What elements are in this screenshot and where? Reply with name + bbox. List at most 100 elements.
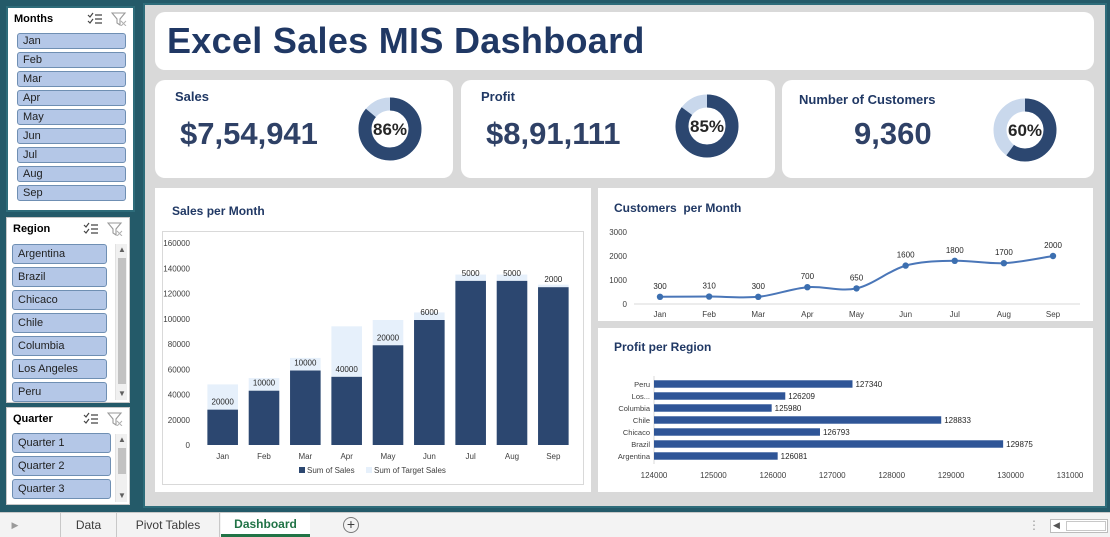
x-tick-label: Jan	[216, 452, 229, 461]
months-slicer-item[interactable]: Jan	[17, 33, 126, 49]
legend-label-target: Sum of Target Sales	[374, 466, 446, 475]
clear-filter-icon[interactable]	[107, 222, 123, 236]
sales-kpi-card[interactable]: Sales $7,54,941 86%	[155, 80, 453, 178]
profit-kpi-card[interactable]: Profit $8,91,111 85%	[461, 80, 775, 178]
months-slicer-item[interactable]: Mar	[17, 71, 126, 87]
quarter-slicer-item[interactable]: Quarter 2	[12, 456, 111, 476]
y-tick-label: Brazil	[631, 440, 650, 449]
tab-scroll-left-icon[interactable]: ▶	[4, 513, 26, 537]
x-tick-label: Sep	[1046, 310, 1061, 319]
months-slicer-header: Months	[8, 8, 133, 30]
horizontal-scrollbar[interactable]: ◀	[1050, 519, 1108, 533]
excel-window: Months Jan Feb Mar Apr May Jun Jul Aug Sep Regio…	[0, 0, 1110, 537]
customers-kpi-card[interactable]: Number of Customers 9,360 60%	[782, 80, 1094, 178]
page-title: Excel Sales MIS Dashboard	[167, 20, 645, 61]
bar-data-label: 10000	[294, 359, 317, 368]
y-tick-label: 60000	[168, 365, 191, 374]
clear-filter-icon[interactable]	[107, 412, 123, 426]
quarter-scrollbar[interactable]: ▲ ▼	[115, 434, 127, 502]
data-point	[853, 285, 860, 292]
months-slicer-item[interactable]: Sep	[17, 185, 126, 201]
tab-dashboard[interactable]: Dashboard	[221, 513, 310, 537]
x-tick-label: Jul	[466, 452, 476, 461]
y-tick-label: Los...	[632, 392, 650, 401]
region-slicer-item[interactable]: Chile	[12, 313, 107, 333]
bar-data-label: 125980	[775, 404, 802, 413]
months-slicer-item[interactable]: Apr	[17, 90, 126, 106]
months-slicer-item[interactable]: Jul	[17, 147, 126, 163]
x-tick-label: 125000	[700, 471, 727, 480]
quarter-slicer-item[interactable]: Quarter 1	[12, 433, 111, 453]
y-tick-label: 160000	[163, 239, 190, 248]
bar-data-label: 126793	[823, 428, 850, 437]
point-data-label: 310	[702, 282, 716, 291]
region-slicer-item[interactable]: Brazil	[12, 267, 107, 287]
bar-data-label: 6000	[420, 308, 438, 317]
y-tick-label: 80000	[168, 340, 191, 349]
months-slicer-item[interactable]: Feb	[17, 52, 126, 68]
profit-per-region-panel[interactable]: Profit per Region Peru 127340 Los... 126209…	[598, 328, 1093, 492]
y-tick-label: Peru	[634, 380, 650, 389]
sales-bar	[331, 376, 362, 445]
y-tick-label: 2000	[609, 252, 627, 261]
region-slicer: Region Argentina Brazil Chicaco Chile Columb…	[6, 217, 130, 403]
x-tick-label: Mar	[751, 310, 765, 319]
bar-data-label: 129875	[1006, 440, 1033, 449]
data-point	[705, 293, 713, 300]
data-point	[1000, 260, 1008, 267]
scroll-up-icon[interactable]: ▲	[116, 434, 128, 446]
scroll-left-icon[interactable]: ◀	[1053, 520, 1060, 531]
data-point	[951, 257, 958, 264]
more-options-icon[interactable]: ⋮	[1028, 513, 1040, 537]
sales-kpi-value: $7,54,941	[180, 116, 318, 151]
multi-select-icon[interactable]	[87, 12, 103, 26]
scroll-down-icon[interactable]: ▼	[116, 388, 128, 400]
customers-per-month-panel[interactable]: Customers per Month 0 1000 2000 3000 300 Jan 3…	[598, 188, 1093, 321]
region-slicer-item[interactable]: Columbia	[12, 336, 107, 356]
multi-select-icon[interactable]	[83, 222, 99, 236]
months-slicer-item[interactable]: Aug	[17, 166, 126, 182]
profit-bar	[654, 440, 1004, 448]
months-slicer-item[interactable]: Jun	[17, 128, 126, 144]
region-slicer-item[interactable]: Argentina	[12, 244, 107, 264]
target-sales-bar	[538, 284, 569, 288]
point-data-label: 1700	[995, 248, 1013, 257]
scroll-thumb[interactable]	[118, 448, 126, 474]
scroll-down-icon[interactable]: ▼	[116, 490, 128, 502]
sales-kpi-label: Sales	[175, 89, 209, 104]
x-tick-label: Mar	[298, 452, 312, 461]
region-slicer-item[interactable]: Chicaco	[12, 290, 107, 310]
y-tick-label: 0	[186, 441, 191, 450]
sales-bar	[290, 370, 321, 445]
x-tick-label: May	[380, 452, 395, 461]
tab-pivot-tables[interactable]: Pivot Tables	[117, 513, 220, 537]
multi-select-icon[interactable]	[83, 412, 99, 426]
months-slicer-item[interactable]: May	[17, 109, 126, 125]
sales-chart-title: Sales per Month	[172, 204, 265, 218]
quarter-slicer-item[interactable]: Quarter 3	[12, 479, 111, 499]
add-sheet-button[interactable]: +	[341, 513, 361, 537]
sales-bar	[538, 287, 569, 445]
profit-bar	[654, 428, 820, 436]
sheet-tab-bar: ▶ Data Pivot Tables Dashboard + ⋮ ◀	[0, 512, 1110, 537]
clear-filter-icon[interactable]	[111, 12, 127, 26]
region-slicer-item[interactable]: Los Angeles	[12, 359, 107, 379]
profit-bar	[654, 380, 853, 388]
bar-data-label: 128833	[944, 416, 971, 425]
data-point	[1049, 252, 1057, 260]
customers-kpi-value: 9,360	[854, 116, 932, 151]
profit-kpi-label: Profit	[481, 89, 515, 104]
bar-data-label: 127340	[855, 380, 882, 389]
tab-data[interactable]: Data	[60, 513, 117, 537]
point-data-label: 300	[653, 282, 667, 291]
sales-per-month-panel[interactable]: Sales per Month 0 20000 40000 60000 80000 100…	[155, 188, 591, 492]
profit-bar	[654, 404, 772, 412]
scroll-thumb[interactable]	[118, 258, 126, 384]
region-slicer-item[interactable]: Peru	[12, 382, 107, 402]
scroll-up-icon[interactable]: ▲	[116, 244, 128, 256]
region-scrollbar[interactable]: ▲ ▼	[115, 244, 127, 400]
bar-data-label: 126081	[781, 452, 808, 461]
bar-data-label: 20000	[377, 333, 400, 342]
bar-data-label: 126209	[788, 392, 815, 401]
scroll-thumb[interactable]	[1066, 521, 1106, 531]
